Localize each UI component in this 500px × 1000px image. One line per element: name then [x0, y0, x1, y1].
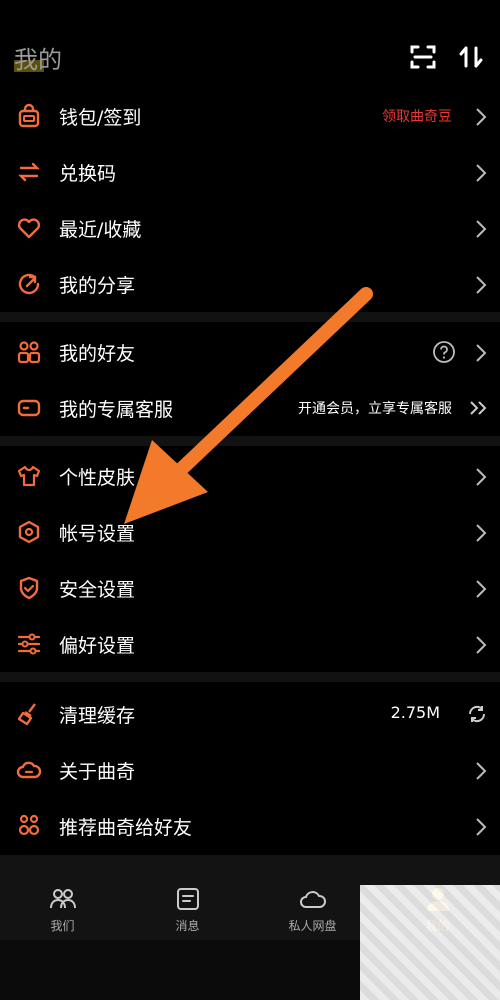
- row-label: 偏好设置: [59, 635, 136, 657]
- section-account-tools: 钱包/签到 领取曲奇豆 兑换码 最近/收藏 我的分享: [0, 88, 500, 312]
- cache-size: 2.75M: [390, 703, 440, 722]
- page-title: 我的: [14, 40, 62, 75]
- tab-we[interactable]: 我们: [0, 855, 125, 940]
- cloud-icon: [16, 761, 42, 779]
- watermark-blur: [360, 885, 500, 1000]
- row-label: 推荐曲奇给好友: [59, 817, 193, 839]
- bag-icon: [18, 103, 40, 128]
- refresh-icon[interactable]: [466, 703, 488, 725]
- tab-label: 私人网盘: [288, 919, 337, 933]
- tab-label: 消息: [175, 919, 200, 933]
- tab-cloud-drive[interactable]: 私人网盘: [250, 855, 375, 940]
- row-label: 关于曲奇: [59, 761, 136, 783]
- row-label: 我的好友: [59, 343, 136, 365]
- share-icon: [18, 273, 40, 295]
- row-label: 个性皮肤: [59, 467, 136, 489]
- row-account[interactable]: 帐号设置: [0, 504, 500, 560]
- row-label: 我的分享: [59, 275, 136, 297]
- section-divider: [0, 672, 500, 682]
- chevron-right-icon: [476, 524, 487, 542]
- chevron-right-icon: [476, 164, 487, 182]
- row-wallet[interactable]: 钱包/签到 领取曲奇豆: [0, 88, 500, 144]
- shield-icon: [19, 576, 39, 600]
- row-label: 帐号设置: [59, 523, 136, 545]
- chevron-right-icon: [476, 108, 487, 126]
- header: 我的: [0, 0, 500, 90]
- row-redeem[interactable]: 兑换码: [0, 144, 500, 200]
- tab-messages[interactable]: 消息: [125, 855, 250, 940]
- cloud-tab-icon: [299, 891, 326, 908]
- section-divider: [0, 312, 500, 322]
- sliders-icon: [17, 633, 41, 655]
- chevron-right-icon: [476, 580, 487, 598]
- row-recommend[interactable]: 推荐曲奇给好友: [0, 798, 500, 854]
- heart-icon: [17, 218, 41, 239]
- shirt-icon: [17, 465, 41, 487]
- section-social: 我的好友 我的专属客服 开通会员，立享专属客服: [0, 324, 500, 436]
- row-skin[interactable]: 个性皮肤: [0, 448, 500, 504]
- exchange-icon: [18, 162, 40, 182]
- chevron-right-icon: [476, 762, 487, 780]
- row-service[interactable]: 我的专属客服 开通会员，立享专属客服: [0, 380, 500, 436]
- row-label: 清理缓存: [59, 705, 136, 727]
- row-label: 钱包/签到: [59, 107, 142, 129]
- page-title-text: 我的: [14, 46, 62, 74]
- row-recent[interactable]: 最近/收藏: [0, 200, 500, 256]
- row-share[interactable]: 我的分享: [0, 256, 500, 312]
- service-promo-text: 开通会员，立享专属客服: [298, 401, 452, 417]
- row-security[interactable]: 安全设置: [0, 560, 500, 616]
- row-label: 安全设置: [59, 579, 136, 601]
- row-cache[interactable]: 清理缓存 2.75M: [0, 686, 500, 742]
- broom-icon: [17, 703, 36, 726]
- chevron-right-icon: [476, 344, 487, 362]
- section-settings: 个性皮肤 帐号设置 安全设置 偏好设置: [0, 448, 500, 672]
- chevron-right-icon: [476, 818, 487, 836]
- section-divider: [0, 436, 500, 446]
- people-icon: [18, 814, 40, 836]
- message-icon: [176, 888, 199, 910]
- hexagon-icon: [18, 520, 40, 544]
- chevron-right-icon: [476, 276, 487, 294]
- chevron-right-icon: [476, 220, 487, 238]
- row-prefs[interactable]: 偏好设置: [0, 616, 500, 672]
- switch-icon[interactable]: [456, 42, 486, 72]
- row-about[interactable]: 关于曲奇: [0, 742, 500, 798]
- double-chevron-icon: [470, 401, 487, 415]
- section-misc: 清理缓存 2.75M 关于曲奇 推荐曲奇给好友: [0, 686, 500, 854]
- scan-icon[interactable]: [408, 42, 438, 72]
- tab-label: 我们: [50, 919, 75, 933]
- row-friends[interactable]: 我的好友: [0, 324, 500, 380]
- service-icon: [17, 399, 41, 417]
- row-label: 我的专属客服: [59, 399, 174, 421]
- row-label: 最近/收藏: [59, 219, 142, 241]
- chevron-right-icon: [476, 468, 487, 486]
- claim-beans-text: 领取曲奇豆: [382, 109, 452, 125]
- friends-icon: [17, 341, 41, 364]
- help-icon[interactable]: [432, 340, 456, 364]
- row-label: 兑换码: [59, 163, 117, 185]
- chevron-right-icon: [476, 636, 487, 654]
- group-icon: [49, 889, 76, 909]
